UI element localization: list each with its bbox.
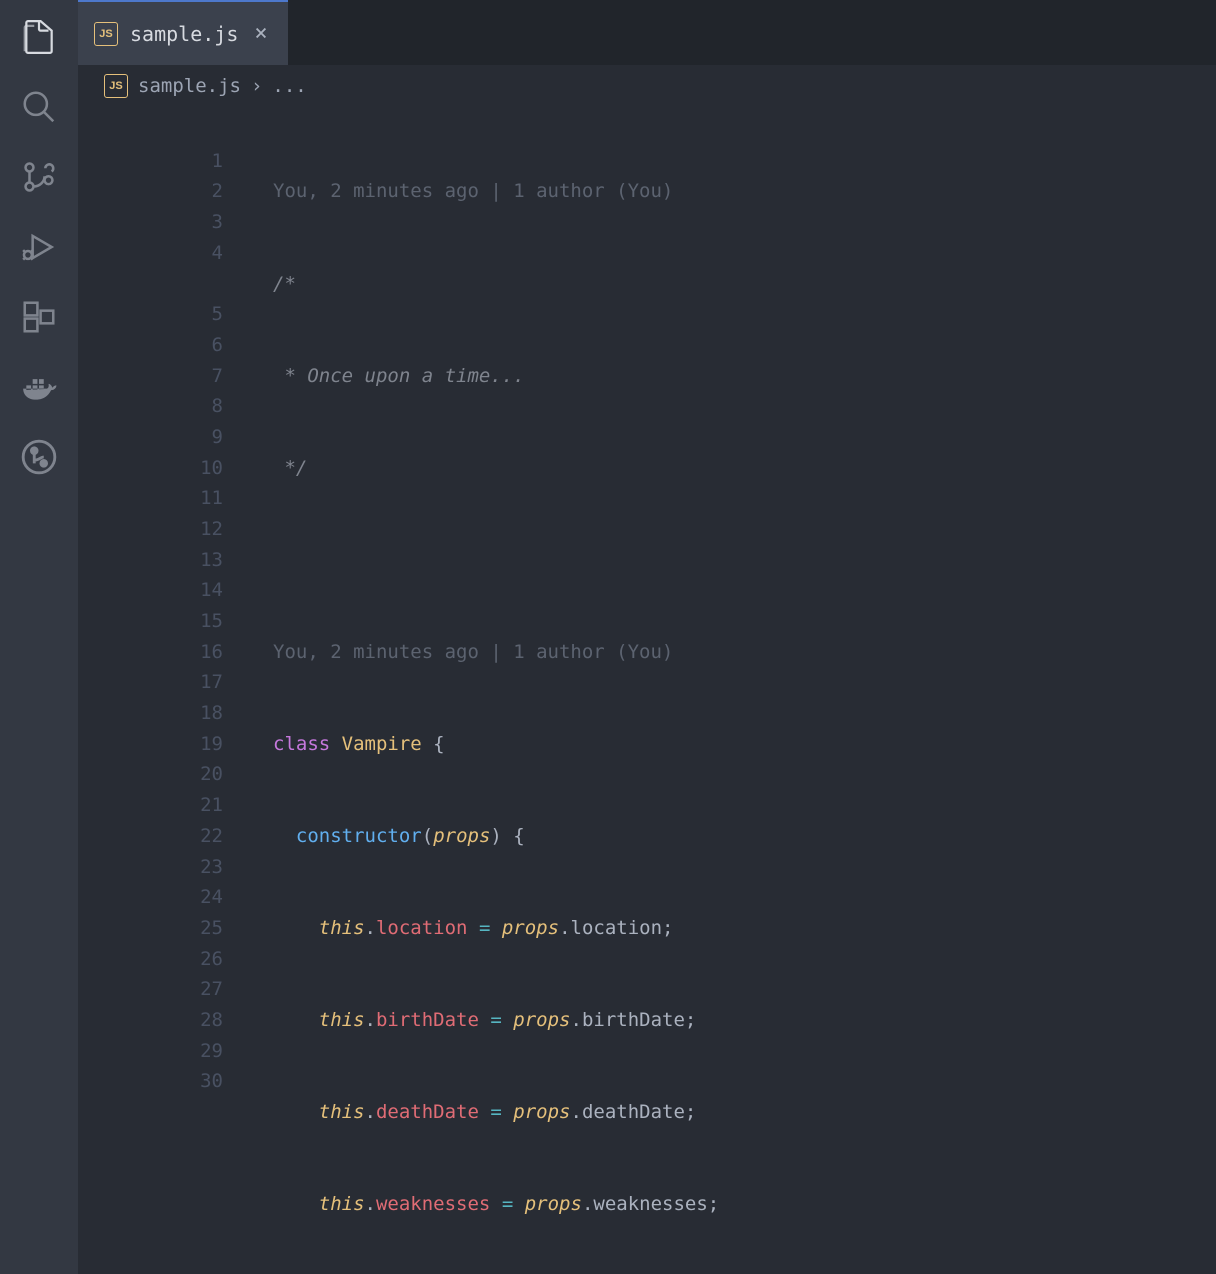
run-debug-icon[interactable] [20, 228, 58, 266]
docker-icon[interactable] [20, 368, 58, 406]
source-control-icon[interactable] [20, 158, 58, 196]
breadcrumb-symbol: ... [272, 75, 306, 97]
tab-sample-js[interactable]: JS sample.js × [78, 0, 288, 65]
tab-label: sample.js [130, 22, 238, 46]
git-blame-annotation: You, 2 minutes ago | 1 author (You) [273, 176, 1216, 207]
js-file-icon: JS [104, 74, 128, 98]
editor[interactable]: 1 2 3 4 5 6 7 8 9 10 11 12 13 14 15 16 1… [78, 107, 1216, 1274]
line-number-gutter: 1 2 3 4 5 6 7 8 9 10 11 12 13 14 15 16 1… [78, 107, 253, 1274]
search-icon[interactable] [20, 88, 58, 126]
code-content[interactable]: You, 2 minutes ago | 1 author (You) /* *… [253, 107, 1216, 1274]
js-file-icon: JS [94, 22, 118, 46]
close-icon[interactable]: × [250, 21, 271, 46]
activity-bar [0, 0, 78, 1274]
breadcrumb[interactable]: JS sample.js › ... [78, 65, 1216, 107]
tab-bar: JS sample.js × [78, 0, 1216, 65]
breadcrumb-file: sample.js [138, 75, 241, 97]
breadcrumb-separator: › [251, 75, 262, 97]
git-blame-annotation: You, 2 minutes ago | 1 author (You) [273, 637, 1216, 668]
editor-main: JS sample.js × JS sample.js › ... 1 2 3 … [78, 0, 1216, 1274]
git-branch-icon[interactable] [20, 438, 58, 476]
extensions-icon[interactable] [20, 298, 58, 336]
explorer-icon[interactable] [20, 18, 58, 56]
